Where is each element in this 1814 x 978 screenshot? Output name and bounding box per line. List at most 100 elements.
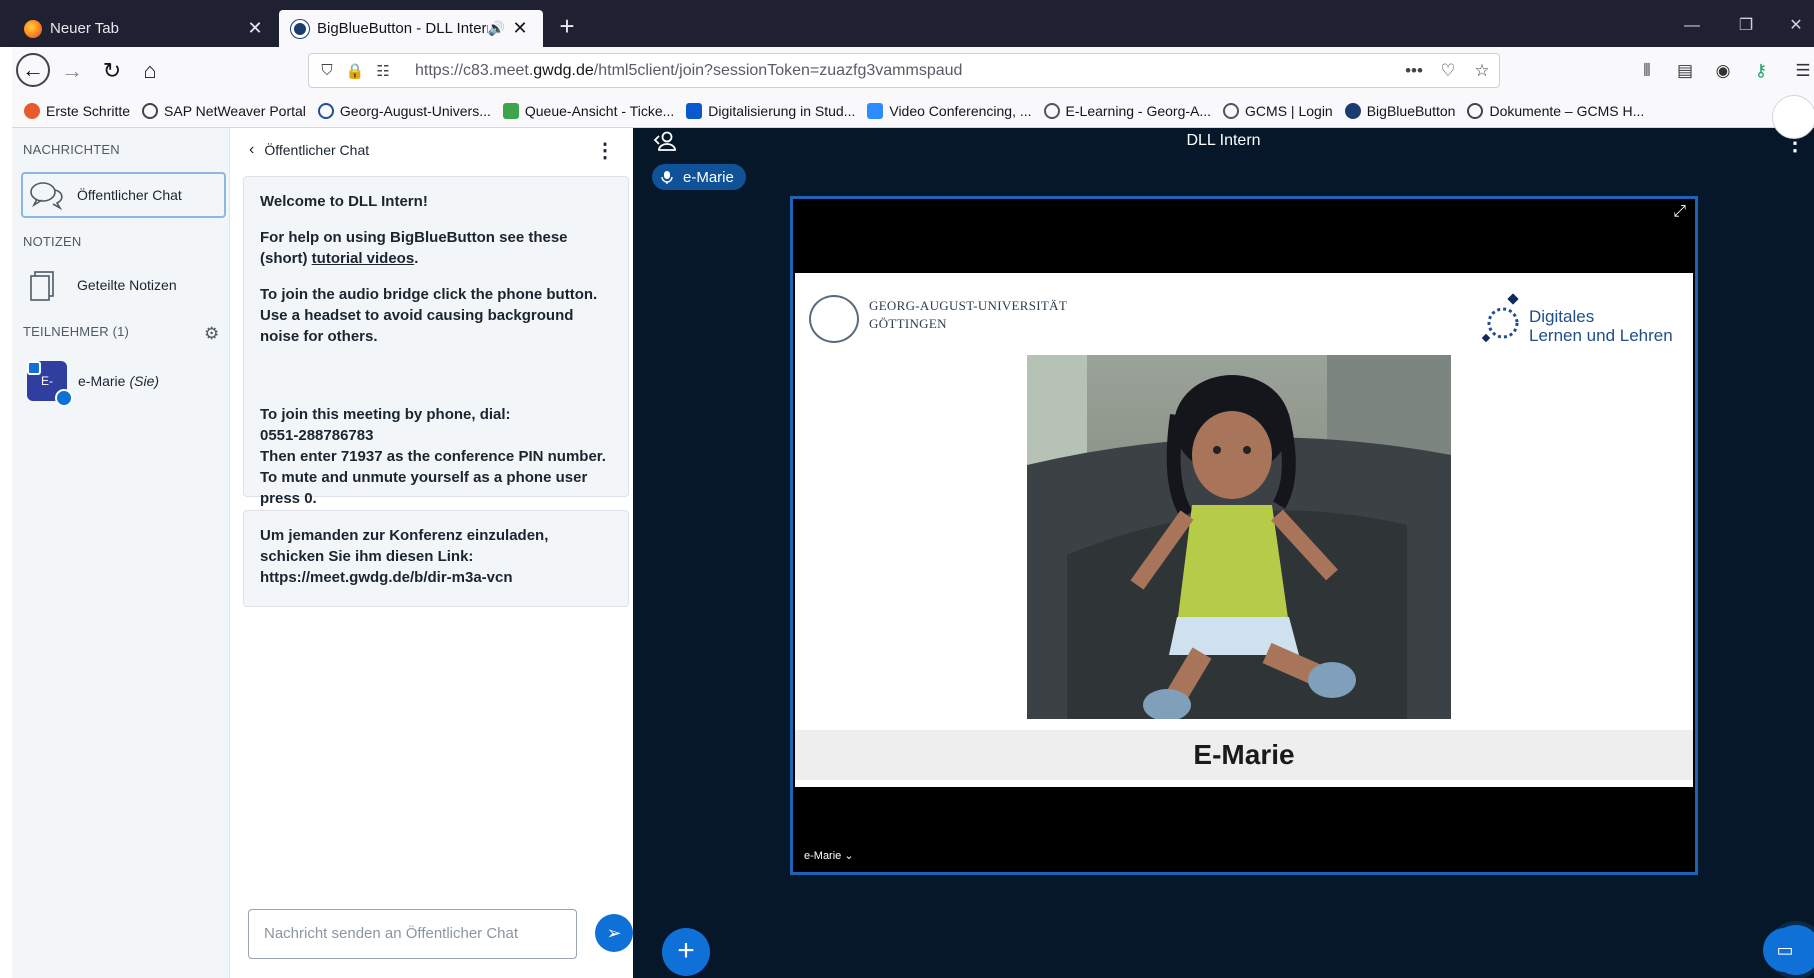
- library-icon[interactable]: ⫴: [1632, 57, 1662, 85]
- chat-message-input[interactable]: Nachricht senden an Öffentlicher Chat: [248, 909, 577, 959]
- bigbluebutton-icon: [291, 19, 309, 38]
- shared-slide: GEORG-AUGUST-UNIVERSITÄT GÖTTINGEN Digit…: [795, 273, 1693, 787]
- bookmark-item[interactable]: SAP NetWeaver Portal: [142, 103, 306, 119]
- microphone-icon: [661, 171, 673, 184]
- minimize-icon[interactable]: —: [1672, 12, 1712, 40]
- participant-row[interactable]: E- e-Marie (Sie): [21, 356, 226, 407]
- account-icon[interactable]: ◉: [1708, 57, 1738, 85]
- welcome-punct: !: [422, 193, 428, 210]
- welcome-message: Welcome to DLL Intern! For help on using…: [243, 176, 629, 507]
- firefox-icon: [24, 103, 40, 119]
- bookmark-item[interactable]: GCMS | Login: [1223, 103, 1333, 119]
- bookmark-star-icon[interactable]: ☆: [1465, 61, 1499, 81]
- bookmark-label: Digitalisierung in Stud...: [708, 103, 856, 119]
- url-bar[interactable]: ⛉ 🔒 ☷ https://c83.meet.gwdg.de/html5clie…: [308, 53, 1500, 88]
- shield-icon[interactable]: ⛉: [313, 62, 341, 79]
- presenter-icon: [27, 361, 41, 375]
- bookmark-item[interactable]: Erste Schritte: [24, 103, 130, 119]
- participant-name: e-Marie: [78, 373, 126, 389]
- send-icon: ➢: [606, 923, 622, 943]
- bookmark-label: Queue-Ansicht - Ticke...: [524, 103, 675, 119]
- elearning-icon: [1043, 103, 1060, 119]
- bookmark-item[interactable]: Dokumente – GCMS H...: [1467, 103, 1644, 119]
- messages-heading: NACHRICHTEN: [23, 142, 120, 157]
- ticket-icon: [502, 103, 519, 119]
- speaker-icon[interactable]: 🔊: [488, 20, 505, 37]
- dll-name: Digitales Lernen und Lehren: [1529, 307, 1673, 345]
- forward-icon[interactable]: →: [56, 55, 88, 87]
- extension-key-icon[interactable]: ⚷: [1746, 57, 1776, 85]
- tab-close-icon[interactable]: ✕: [244, 18, 266, 39]
- dll-name-line2: Lernen und Lehren: [1529, 326, 1673, 345]
- bookmark-item[interactable]: Digitalisierung in Stud...: [686, 103, 855, 119]
- talking-indicator[interactable]: e-Marie: [652, 164, 746, 190]
- url-host: gwdg.de: [533, 61, 594, 79]
- tab-new-tab[interactable]: Neuer Tab ✕: [12, 10, 278, 47]
- video-user-dropdown[interactable]: e-Marie ⌄: [804, 849, 854, 862]
- notes-heading: NOTIZEN: [23, 234, 82, 249]
- webcam-video[interactable]: ⤢ GEORG-AUGUST-UNIVERSITÄT GÖTTINGEN Dig…: [790, 196, 1698, 875]
- audio-instructions: To join the audio bridge click the phone…: [260, 286, 598, 345]
- participant-you-tag: (Sie): [129, 373, 160, 389]
- bookmark-item[interactable]: Georg-August-Univers...: [317, 103, 491, 119]
- invite-text: Um jemanden zur Konferenz einzuladen, sc…: [260, 527, 549, 565]
- shared-notes-item[interactable]: Geteilte Notizen: [21, 262, 226, 308]
- toggle-chat-button[interactable]: ▭: [1763, 928, 1807, 972]
- app: Neuer Tab ✕ BigBlueButton - DLL Intern 🔊…: [0, 0, 1814, 978]
- university-name: GEORG-AUGUST-UNIVERSITÄT GÖTTINGEN: [869, 297, 1067, 333]
- restore-icon[interactable]: ❐: [1726, 12, 1766, 40]
- microphone-icon: [55, 389, 73, 407]
- menu-icon[interactable]: ☰: [1788, 57, 1814, 85]
- gear-icon[interactable]: ⚙: [204, 324, 219, 344]
- url-path: /html5client/join?sessionToken=zuazfg3va…: [593, 61, 963, 79]
- sidebar-icon[interactable]: ▤: [1670, 57, 1700, 85]
- main-area: DLL Intern ⋮ e-Marie ⤢ GEORG-AUGUST-UNIV…: [633, 128, 1814, 978]
- bookmark-item[interactable]: E-Learning - Georg-A...: [1043, 103, 1212, 119]
- actions-button[interactable]: +: [662, 928, 710, 976]
- lock-icon[interactable]: 🔒: [341, 62, 369, 80]
- avatar-initials: E-: [41, 374, 53, 388]
- help-punct: .: [414, 250, 419, 267]
- home-icon[interactable]: ⌂: [134, 55, 166, 87]
- url-text[interactable]: https://c83.meet.gwdg.de/html5client/joi…: [415, 62, 1397, 80]
- fullscreen-icon[interactable]: ⤢: [1673, 203, 1686, 221]
- close-window-icon[interactable]: ✕: [1776, 12, 1814, 40]
- chat-bubbles-icon: [29, 180, 65, 211]
- chat-header: ‹ Öffentlicher Chat ⋮: [231, 128, 633, 172]
- avatar: E-: [27, 361, 73, 407]
- tab-bigbluebutton[interactable]: BigBlueButton - DLL Intern 🔊 ✕: [279, 10, 543, 47]
- notes-icon: [29, 269, 65, 301]
- university-name-line2: GÖTTINGEN: [869, 316, 947, 331]
- tutorial-videos-link[interactable]: tutorial videos: [312, 250, 415, 267]
- bookmark-label: Video Conferencing, ...: [889, 103, 1032, 119]
- send-message-button[interactable]: ➢: [595, 914, 633, 952]
- reload-icon[interactable]: ↻: [96, 55, 128, 87]
- chat-icon: ▭: [1776, 940, 1794, 960]
- participants-heading: TEILNEHMER (1): [23, 324, 130, 339]
- help-bubble-icon[interactable]: [1772, 95, 1814, 139]
- tab-title: Neuer Tab: [50, 20, 119, 37]
- invite-link[interactable]: https://meet.gwdg.de/b/dir-m3a-vcn: [260, 567, 612, 588]
- public-chat-item[interactable]: Öffentlicher Chat: [21, 172, 226, 218]
- bookmark-label: BigBlueButton: [1366, 103, 1456, 119]
- bookmark-label: E-Learning - Georg-A...: [1065, 103, 1212, 119]
- url-prefix: https://c83.meet.: [415, 61, 534, 79]
- new-tab-button[interactable]: +: [552, 12, 582, 42]
- talking-user-name: e-Marie: [683, 168, 734, 186]
- back-icon[interactable]: ←: [16, 53, 50, 87]
- university-logo: [809, 295, 859, 343]
- slide-caption: E-Marie: [795, 730, 1693, 780]
- navigation-bar: ← → ↻ ⌂ ⛉ 🔒 ☷ https://c83.meet.gwdg.de/h…: [12, 47, 1814, 95]
- tab-close-icon[interactable]: ✕: [509, 18, 531, 39]
- chevron-left-icon[interactable]: ‹: [249, 141, 254, 159]
- dll-name-line1: Digitales: [1529, 307, 1595, 326]
- permissions-icon[interactable]: ☷: [369, 62, 397, 80]
- bookmark-item[interactable]: Queue-Ansicht - Ticke...: [502, 103, 675, 119]
- page-actions-icon[interactable]: •••: [1397, 61, 1431, 81]
- pocket-icon[interactable]: ♡: [1431, 61, 1465, 81]
- bookmark-item[interactable]: BigBlueButton: [1344, 103, 1456, 119]
- plus-icon: +: [677, 934, 695, 967]
- chat-title[interactable]: Öffentlicher Chat: [264, 142, 369, 158]
- bookmark-item[interactable]: Video Conferencing, ...: [867, 103, 1032, 119]
- chat-options-icon[interactable]: ⋮: [595, 138, 615, 163]
